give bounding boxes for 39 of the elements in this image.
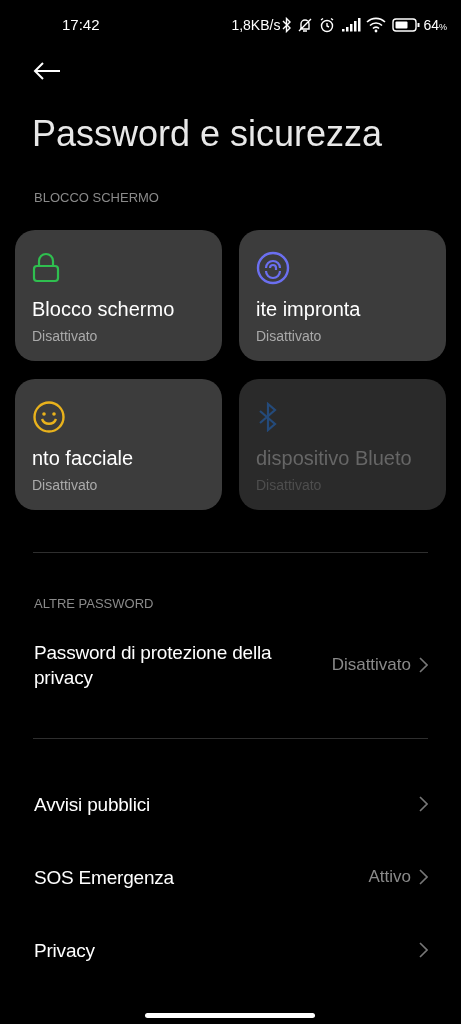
back-arrow-icon [33, 62, 61, 80]
chevron-right-icon [419, 796, 428, 812]
chevron-right-icon [419, 657, 428, 673]
network-speed: 1,8KB/s [231, 15, 281, 35]
row-label: SOS Emergenza [34, 865, 174, 890]
fingerprint-icon [256, 250, 290, 285]
bluetooth-icon [282, 17, 292, 33]
battery-icon [392, 18, 421, 32]
settings-row[interactable]: Avvisi pubblici [0, 784, 461, 824]
wifi-icon [366, 17, 387, 33]
battery-percent: 64% [423, 15, 447, 35]
tile-title: Blocco schermo [32, 296, 176, 322]
settings-row[interactable]: Password di protezione della privacy Disattivato [0, 640, 461, 690]
security-tile[interactable]: nto facciale Disattivato [15, 378, 222, 510]
row-label: Password di protezione della privacy [34, 641, 273, 690]
padlock-icon [32, 251, 60, 284]
tile-status: Disattivato [256, 326, 323, 346]
chevron-right-icon [419, 942, 428, 958]
section-header: BLOCCO SCHERMO [34, 189, 160, 207]
signal-icon [341, 18, 362, 32]
alarm-icon [319, 17, 336, 33]
row-label: Avvisi pubblici [34, 792, 150, 817]
security-tile[interactable]: Blocco schermo Disattivato [15, 229, 222, 361]
row-value: Disattivato [331, 654, 411, 677]
row-label: Privacy [34, 938, 95, 963]
row-value: Attivo [368, 866, 411, 889]
tile-status: Disattivato [32, 475, 99, 495]
smiley-face-icon [32, 399, 66, 434]
tile-title: nto facciale [32, 445, 135, 471]
page-title: Password e sicurezza [32, 112, 384, 156]
tile-status: Disattivato [32, 326, 99, 346]
settings-row[interactable]: SOS Emergenza Attivo [0, 857, 461, 897]
tile-title: dispositivo Blueto [256, 445, 413, 471]
tile-title: ite impronta [256, 296, 362, 322]
security-tile[interactable]: ite impronta Disattivato [239, 229, 446, 361]
settings-row[interactable]: Privacy [0, 930, 461, 970]
section-header: ALTRE PASSWORD [34, 594, 155, 613]
clock-time: 17:42 [62, 14, 100, 35]
chevron-right-icon [419, 869, 428, 885]
